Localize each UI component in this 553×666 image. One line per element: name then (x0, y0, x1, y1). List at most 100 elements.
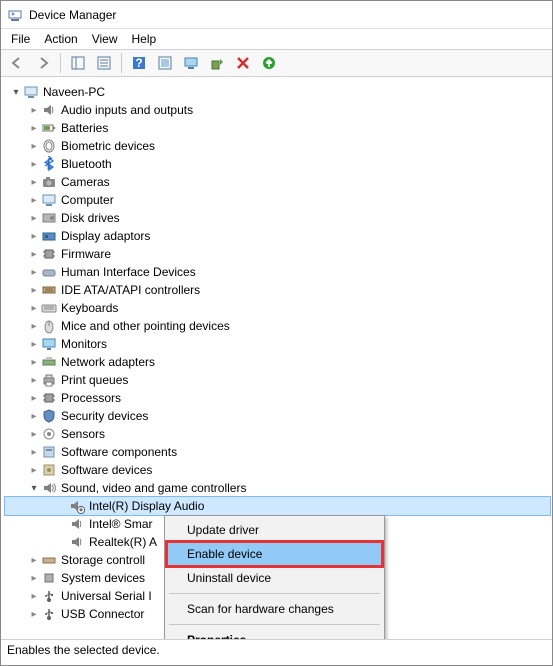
expand-arrow-icon[interactable] (27, 159, 41, 170)
ctx-scan-hardware[interactable]: Scan for hardware changes (167, 597, 382, 621)
tree-category[interactable]: IDE ATA/ATAPI controllers (5, 281, 550, 299)
svg-text:?: ? (135, 56, 142, 70)
tree-root-label: Naveen-PC (43, 85, 105, 99)
expand-arrow-icon[interactable] (27, 447, 41, 458)
category-icon (41, 408, 57, 424)
category-icon (41, 426, 57, 442)
expand-arrow-icon[interactable] (27, 357, 41, 368)
forward-button[interactable] (31, 52, 55, 74)
tree-category[interactable]: Biometric devices (5, 137, 550, 155)
computer-icon (23, 84, 39, 100)
category-label: Software components (61, 445, 177, 459)
properties-button[interactable] (92, 52, 116, 74)
category-icon (41, 228, 57, 244)
menu-view[interactable]: View (92, 32, 118, 46)
expand-arrow-icon[interactable] (27, 555, 41, 566)
tree-category[interactable]: Sensors (5, 425, 550, 443)
category-icon (41, 336, 57, 352)
expand-arrow-icon[interactable] (27, 573, 41, 584)
category-label: Processors (61, 391, 121, 405)
ctx-update-label: Update driver (187, 523, 259, 537)
device-icon (69, 498, 85, 514)
expand-arrow-icon[interactable] (27, 339, 41, 350)
uninstall-button[interactable] (231, 52, 255, 74)
tree-category[interactable]: Bluetooth (5, 155, 550, 173)
tree-category[interactable]: Keyboards (5, 299, 550, 317)
expand-arrow-icon[interactable] (27, 267, 41, 278)
ctx-scan-label: Scan for hardware changes (187, 602, 334, 616)
tree-category[interactable]: Computer (5, 191, 550, 209)
tree-category[interactable]: Cameras (5, 173, 550, 191)
expand-arrow-icon[interactable] (27, 303, 41, 314)
expand-arrow-icon[interactable] (27, 591, 41, 602)
category-icon (41, 102, 57, 118)
menu-file[interactable]: File (11, 32, 30, 46)
tree-category[interactable]: Software components (5, 443, 550, 461)
category-label: Print queues (61, 373, 128, 387)
expand-arrow-icon[interactable] (27, 231, 41, 242)
expand-arrow-icon[interactable] (27, 411, 41, 422)
tree-category[interactable]: Batteries (5, 119, 550, 137)
back-button[interactable] (5, 52, 29, 74)
expand-arrow-icon[interactable] (27, 177, 41, 188)
menu-action[interactable]: Action (44, 32, 77, 46)
tree-category[interactable]: Print queues (5, 371, 550, 389)
expand-arrow-icon[interactable] (9, 87, 23, 98)
ctx-uninstall-device[interactable]: Uninstall device (167, 566, 382, 590)
tree-category[interactable]: Disk drives (5, 209, 550, 227)
device-tree[interactable]: Naveen-PC Audio inputs and outputs Batter… (1, 77, 552, 639)
expand-arrow-icon[interactable] (27, 429, 41, 440)
update-driver-button[interactable] (205, 52, 229, 74)
category-icon (41, 210, 57, 226)
tree-category[interactable]: Network adapters (5, 353, 550, 371)
category-icon (41, 354, 57, 370)
ctx-enable-device[interactable]: Enable device (167, 542, 382, 566)
category-label: Sensors (61, 427, 105, 441)
show-hide-tree-button[interactable] (66, 52, 90, 74)
category-label: Batteries (61, 121, 108, 135)
expand-arrow-icon[interactable] (27, 483, 41, 494)
tree-device[interactable]: Intel(R) Display Audio (5, 497, 550, 515)
category-icon (41, 282, 57, 298)
category-icon (41, 480, 57, 496)
ctx-properties[interactable]: Properties (167, 628, 382, 639)
tree-category[interactable]: Firmware (5, 245, 550, 263)
expand-arrow-icon[interactable] (27, 141, 41, 152)
expand-arrow-icon[interactable] (27, 105, 41, 116)
expand-arrow-icon[interactable] (27, 321, 41, 332)
tree-root[interactable]: Naveen-PC (5, 83, 550, 101)
tree-category[interactable]: Sound, video and game controllers (5, 479, 550, 497)
tree-category[interactable]: Software devices (5, 461, 550, 479)
expand-arrow-icon[interactable] (27, 123, 41, 134)
expand-arrow-icon[interactable] (27, 213, 41, 224)
scan-hardware-button[interactable] (153, 52, 177, 74)
tree-category[interactable]: Audio inputs and outputs (5, 101, 550, 119)
tree-category[interactable]: Mice and other pointing devices (5, 317, 550, 335)
expand-arrow-icon[interactable] (27, 393, 41, 404)
device-label: Intel® Smar (89, 517, 153, 531)
devmgr-icon (7, 7, 23, 23)
category-icon (41, 246, 57, 262)
expand-arrow-icon[interactable] (27, 249, 41, 260)
ctx-update-driver[interactable]: Update driver (167, 518, 382, 542)
tree-category[interactable]: Processors (5, 389, 550, 407)
category-icon (41, 588, 57, 604)
monitor-icon-button[interactable] (179, 52, 203, 74)
menu-help[interactable]: Help (132, 32, 157, 46)
enable-button[interactable] (257, 52, 281, 74)
tree-category[interactable]: Monitors (5, 335, 550, 353)
tree-category[interactable]: Display adaptors (5, 227, 550, 245)
expand-arrow-icon[interactable] (27, 375, 41, 386)
expand-arrow-icon[interactable] (27, 195, 41, 206)
help-button[interactable]: ? (127, 52, 151, 74)
expand-arrow-icon[interactable] (27, 285, 41, 296)
category-label: Audio inputs and outputs (61, 103, 193, 117)
expand-arrow-icon[interactable] (27, 609, 41, 620)
expand-arrow-icon[interactable] (27, 465, 41, 476)
category-icon (41, 174, 57, 190)
category-label: Display adaptors (61, 229, 150, 243)
category-label: Firmware (61, 247, 111, 261)
tree-category[interactable]: Human Interface Devices (5, 263, 550, 281)
category-label: Sound, video and game controllers (61, 481, 246, 495)
tree-category[interactable]: Security devices (5, 407, 550, 425)
